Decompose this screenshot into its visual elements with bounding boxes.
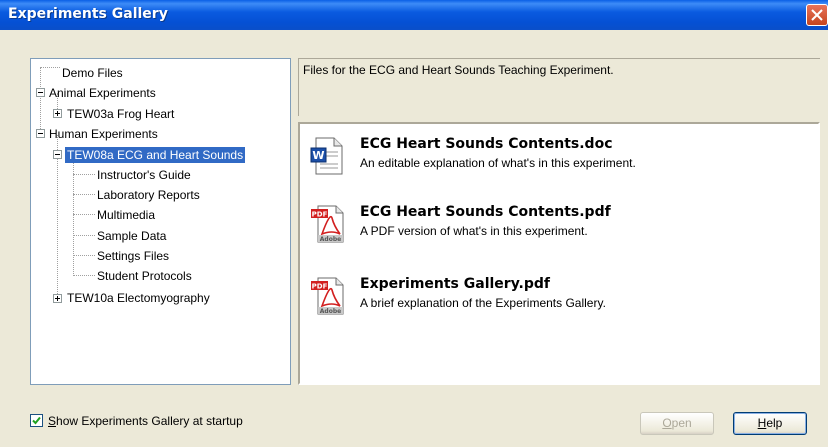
file-item-doc[interactable]: W ECG Heart Sounds Contents.doc An edita… <box>310 136 810 184</box>
svg-text:PDF: PDF <box>312 283 328 291</box>
collapse-toggle[interactable] <box>53 150 62 159</box>
close-icon <box>811 9 823 21</box>
help-button[interactable]: Help <box>733 412 807 435</box>
expand-toggle[interactable] <box>53 109 62 118</box>
window-title: Experiments Gallery <box>8 6 168 22</box>
open-button[interactable]: Open <box>640 412 714 435</box>
tree-item-frog-heart[interactable]: TEW03a Frog Heart <box>67 106 174 122</box>
tree-line <box>40 67 60 68</box>
tree-item-demo-files[interactable]: Demo Files <box>62 65 123 81</box>
button-label: elp <box>766 416 783 430</box>
tree-item-ecg-heart-sounds[interactable]: TEW08a ECG and Heart Sounds <box>65 147 246 163</box>
svg-text:Adobe: Adobe <box>320 308 341 315</box>
accelerator-key: O <box>662 416 672 430</box>
tree-item-instructors-guide[interactable]: Instructor's Guide <box>97 167 191 183</box>
button-label: pen <box>671 416 692 430</box>
tree-line <box>40 67 41 137</box>
tree-line <box>57 135 58 296</box>
label-text: how Experiments Gallery at startup <box>56 414 243 428</box>
tree-item-animal-experiments[interactable]: Animal Experiments <box>49 85 156 101</box>
tree-line <box>73 214 95 215</box>
tree-item-human-experiments[interactable]: Human Experiments <box>49 126 158 142</box>
file-description: An editable explanation of what's in thi… <box>360 156 636 170</box>
file-item-gallery-pdf[interactable]: PDF Adobe Experiments Gallery.pdf A brie… <box>310 276 810 324</box>
experiment-description: Files for the ECG and Heart Sounds Teach… <box>303 63 614 77</box>
tree-item-settings-files[interactable]: Settings Files <box>97 248 169 264</box>
word-doc-icon: W <box>310 137 343 175</box>
collapse-toggle[interactable] <box>36 88 45 97</box>
file-description: A brief explanation of the Experiments G… <box>360 296 606 310</box>
title-bar[interactable]: Experiments Gallery <box>0 0 828 30</box>
accelerator-key: S <box>48 414 57 428</box>
tree-item-multimedia[interactable]: Multimedia <box>97 207 155 223</box>
show-at-startup-label: Show Experiments Gallery at startup <box>48 414 243 428</box>
pdf-icon: PDF Adobe <box>311 205 344 243</box>
tree-line <box>73 235 95 236</box>
experiments-tree[interactable]: Demo Files Animal Experiments TEW03a Fro… <box>30 58 291 385</box>
svg-text:PDF: PDF <box>312 211 328 219</box>
svg-text:W: W <box>312 149 324 162</box>
file-item-pdf[interactable]: PDF Adobe ECG Heart Sounds Contents.pdf … <box>310 204 810 252</box>
tree-line <box>73 255 95 256</box>
files-list[interactable]: W ECG Heart Sounds Contents.doc An edita… <box>298 122 820 385</box>
tree-line <box>73 194 95 195</box>
description-panel: Files for the ECG and Heart Sounds Teach… <box>298 58 820 116</box>
tree-item-laboratory-reports[interactable]: Laboratory Reports <box>97 187 200 203</box>
tree-line <box>73 161 74 276</box>
tree-item-electromyography[interactable]: TEW10a Electomyography <box>67 290 210 306</box>
file-name: ECG Heart Sounds Contents.doc <box>360 136 613 152</box>
file-name: Experiments Gallery.pdf <box>360 276 550 292</box>
tree-line <box>73 174 95 175</box>
expand-toggle[interactable] <box>53 294 62 303</box>
show-at-startup-checkbox[interactable] <box>30 414 43 427</box>
file-description: A PDF version of what's in this experime… <box>360 224 588 238</box>
experiments-gallery-window: Experiments Gallery Demo Files Animal Ex… <box>0 0 828 447</box>
collapse-toggle[interactable] <box>36 129 45 138</box>
file-name: ECG Heart Sounds Contents.pdf <box>360 204 611 220</box>
tree-line <box>73 275 95 276</box>
checkmark-icon <box>32 416 41 425</box>
pdf-icon: PDF Adobe <box>311 277 344 315</box>
svg-text:Adobe: Adobe <box>320 236 341 243</box>
close-button[interactable] <box>806 4 828 26</box>
tree-item-sample-data[interactable]: Sample Data <box>97 228 166 244</box>
tree-item-student-protocols[interactable]: Student Protocols <box>97 268 192 284</box>
